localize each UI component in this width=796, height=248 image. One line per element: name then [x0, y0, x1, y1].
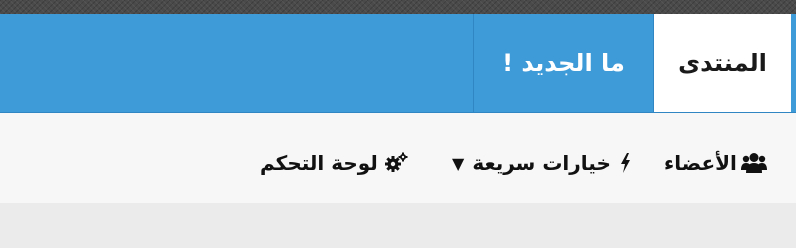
members-link[interactable]: الأعضاء [664, 148, 767, 178]
bolt-icon [619, 153, 631, 173]
forum-page: المنتدى ما الجديد ! الأعضاء خيارات سريعة… [0, 0, 796, 248]
quick-options-menu[interactable]: خيارات سريعة ▼ [452, 148, 631, 178]
users-icon [740, 152, 767, 174]
tab-forum-label: المنتدى [678, 49, 767, 77]
sub-navigation: الأعضاء خيارات سريعة ▼ لوحة التحكم [0, 113, 796, 203]
control-panel-label: لوحة التحكم [260, 151, 378, 175]
tab-whats-new[interactable]: ما الجديد ! [473, 14, 654, 112]
members-label: الأعضاء [664, 151, 737, 175]
cogs-icon [384, 152, 408, 174]
main-navigation: المنتدى ما الجديد ! [0, 14, 796, 113]
caret-down-icon: ▼ [452, 153, 465, 173]
control-panel-link[interactable]: لوحة التحكم [260, 148, 408, 178]
quick-options-label: خيارات سريعة [472, 151, 611, 175]
tab-whats-new-label: ما الجديد ! [502, 49, 625, 77]
top-pattern-strip [0, 0, 796, 14]
tab-forum[interactable]: المنتدى [654, 14, 791, 112]
content-area [0, 203, 796, 248]
